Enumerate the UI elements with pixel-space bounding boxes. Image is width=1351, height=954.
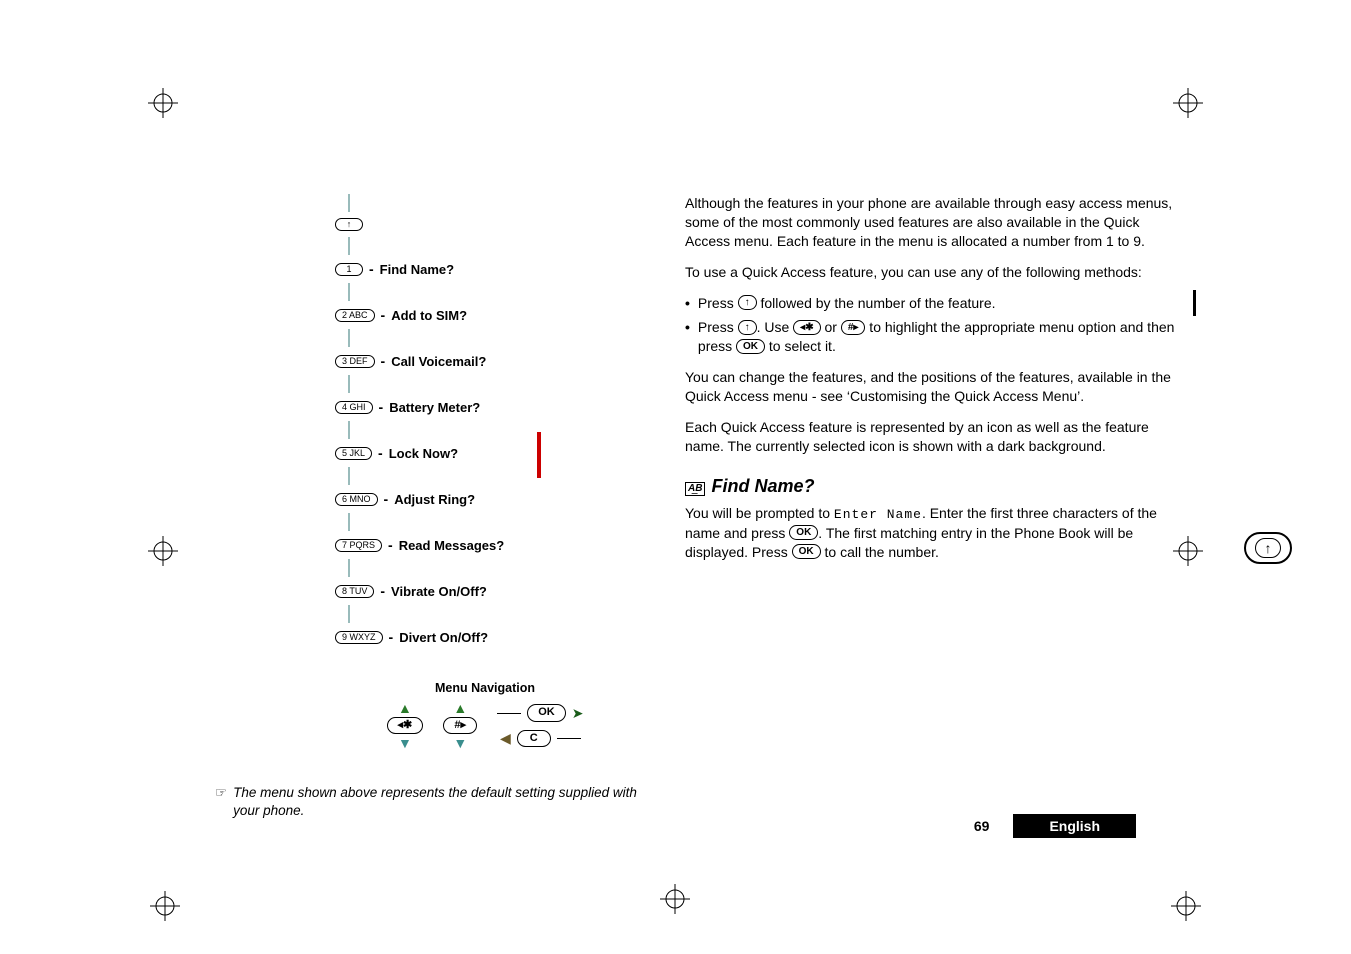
key-4-icon: 4 GHI (335, 401, 373, 414)
menu-item-label: Vibrate On/Off? (391, 584, 487, 599)
arrow-down-icon: ▼ (398, 736, 412, 750)
crop-mark-icon (660, 884, 690, 914)
language-badge: English (1013, 814, 1136, 838)
list-item: 9 WXYZ-Divert On/Off? (335, 623, 635, 651)
arrow-left-icon: ◀ (500, 731, 511, 745)
arrow-up-icon: ▲ (398, 701, 412, 715)
menu-item-label: Divert On/Off? (399, 630, 488, 645)
quick-access-key-badge: ↑ (1244, 532, 1292, 564)
menu-item-label: Battery Meter? (389, 400, 480, 415)
pointing-hand-icon: ☞ (215, 784, 227, 802)
key-7-icon: 7 PQRS (335, 539, 382, 552)
ok-key-icon: OK (736, 339, 765, 354)
menu-item-label: Call Voicemail? (391, 354, 486, 369)
paragraph: You can change the features, and the pos… (685, 368, 1180, 406)
star-key-icon: ◂✱ (387, 717, 424, 734)
editors-note: ☞ The menu shown above represents the de… (215, 784, 645, 820)
lcd-text: Enter Name (834, 507, 922, 522)
change-bar-icon (1193, 290, 1196, 316)
key-6-icon: 6 MNO (335, 493, 378, 506)
ok-key-icon: OK (792, 544, 821, 559)
hash-key-icon: #▸ (443, 717, 477, 734)
menu-item-label: Adjust Ring? (394, 492, 475, 507)
list-item: 8 TUV-Vibrate On/Off? (335, 577, 635, 605)
list-item: 5 JKL-Lock Now? (335, 439, 635, 467)
paragraph: Although the features in your phone are … (685, 194, 1180, 251)
crop-mark-icon (1171, 891, 1201, 921)
arrow-down-icon: ▼ (453, 736, 467, 750)
menu-item-label: Find Name? (380, 262, 454, 277)
key-5-icon: 5 JKL (335, 447, 372, 460)
body-text: Although the features in your phone are … (685, 194, 1180, 573)
phonebook-icon: A͟B (685, 482, 705, 496)
key-9-icon: 9 WXYZ (335, 631, 383, 644)
up-key-icon: ↑ (335, 218, 363, 231)
crop-mark-icon (148, 88, 178, 118)
crop-mark-icon (148, 536, 178, 566)
up-key-icon: ↑ (738, 295, 757, 310)
quick-access-menu-tree: ↑ 1-Find Name? 2 ABC-Add to SIM? 3 DEF-C… (335, 194, 635, 821)
page-footer: 69 English (974, 814, 1136, 838)
key-8-icon: 8 TUV (335, 585, 374, 598)
key-2-icon: 2 ABC (335, 309, 375, 322)
up-key-icon: ↑ (1255, 538, 1281, 558)
change-bar-icon (537, 432, 541, 478)
c-key-icon: C (517, 730, 551, 747)
note-text: The menu shown above represents the defa… (233, 784, 645, 820)
up-key-icon: ↑ (738, 320, 757, 335)
star-key-icon: ◂✱ (793, 320, 820, 335)
list-item: 3 DEF-Call Voicemail? (335, 347, 635, 375)
feature-heading: A͟BFind Name? (685, 474, 1180, 498)
menu-item-label: Read Messages? (399, 538, 505, 553)
menu-top-key: ↑ (335, 212, 635, 237)
ok-key-icon: OK (789, 525, 818, 540)
key-3-icon: 3 DEF (335, 355, 375, 368)
paragraph: You will be prompted to Enter Name. Ente… (685, 504, 1180, 561)
list-item: Press ↑. Use ◂✱ or #▸ to highlight the a… (685, 318, 1180, 356)
paragraph: Each Quick Access feature is represented… (685, 418, 1180, 456)
menu-item-label: Add to SIM? (391, 308, 467, 323)
crop-mark-icon (150, 891, 180, 921)
page-number: 69 (974, 818, 990, 834)
ok-key-icon: OK (527, 704, 566, 721)
list-item: 6 MNO-Adjust Ring? (335, 485, 635, 513)
hash-key-icon: #▸ (841, 320, 866, 335)
menu-navigation-diagram: ▲ ◂✱ ▼ ▲ #▸ ▼ OK ➤ ◀ (335, 701, 635, 750)
tree-connector (348, 194, 350, 212)
arrow-up-icon: ▲ (453, 701, 467, 715)
crop-mark-icon (1173, 88, 1203, 118)
list-item: 7 PQRS-Read Messages? (335, 531, 635, 559)
menu-navigation-heading: Menu Navigation (335, 681, 635, 695)
list-item: 1-Find Name? (335, 255, 635, 283)
list-item: 4 GHI-Battery Meter? (335, 393, 635, 421)
list-item: 2 ABC-Add to SIM? (335, 301, 635, 329)
paragraph: To use a Quick Access feature, you can u… (685, 263, 1180, 282)
menu-item-label: Lock Now? (389, 446, 458, 461)
key-1-icon: 1 (335, 263, 363, 276)
list-item: Press ↑ followed by the number of the fe… (685, 294, 1180, 313)
arrow-right-icon: ➤ (572, 706, 584, 720)
